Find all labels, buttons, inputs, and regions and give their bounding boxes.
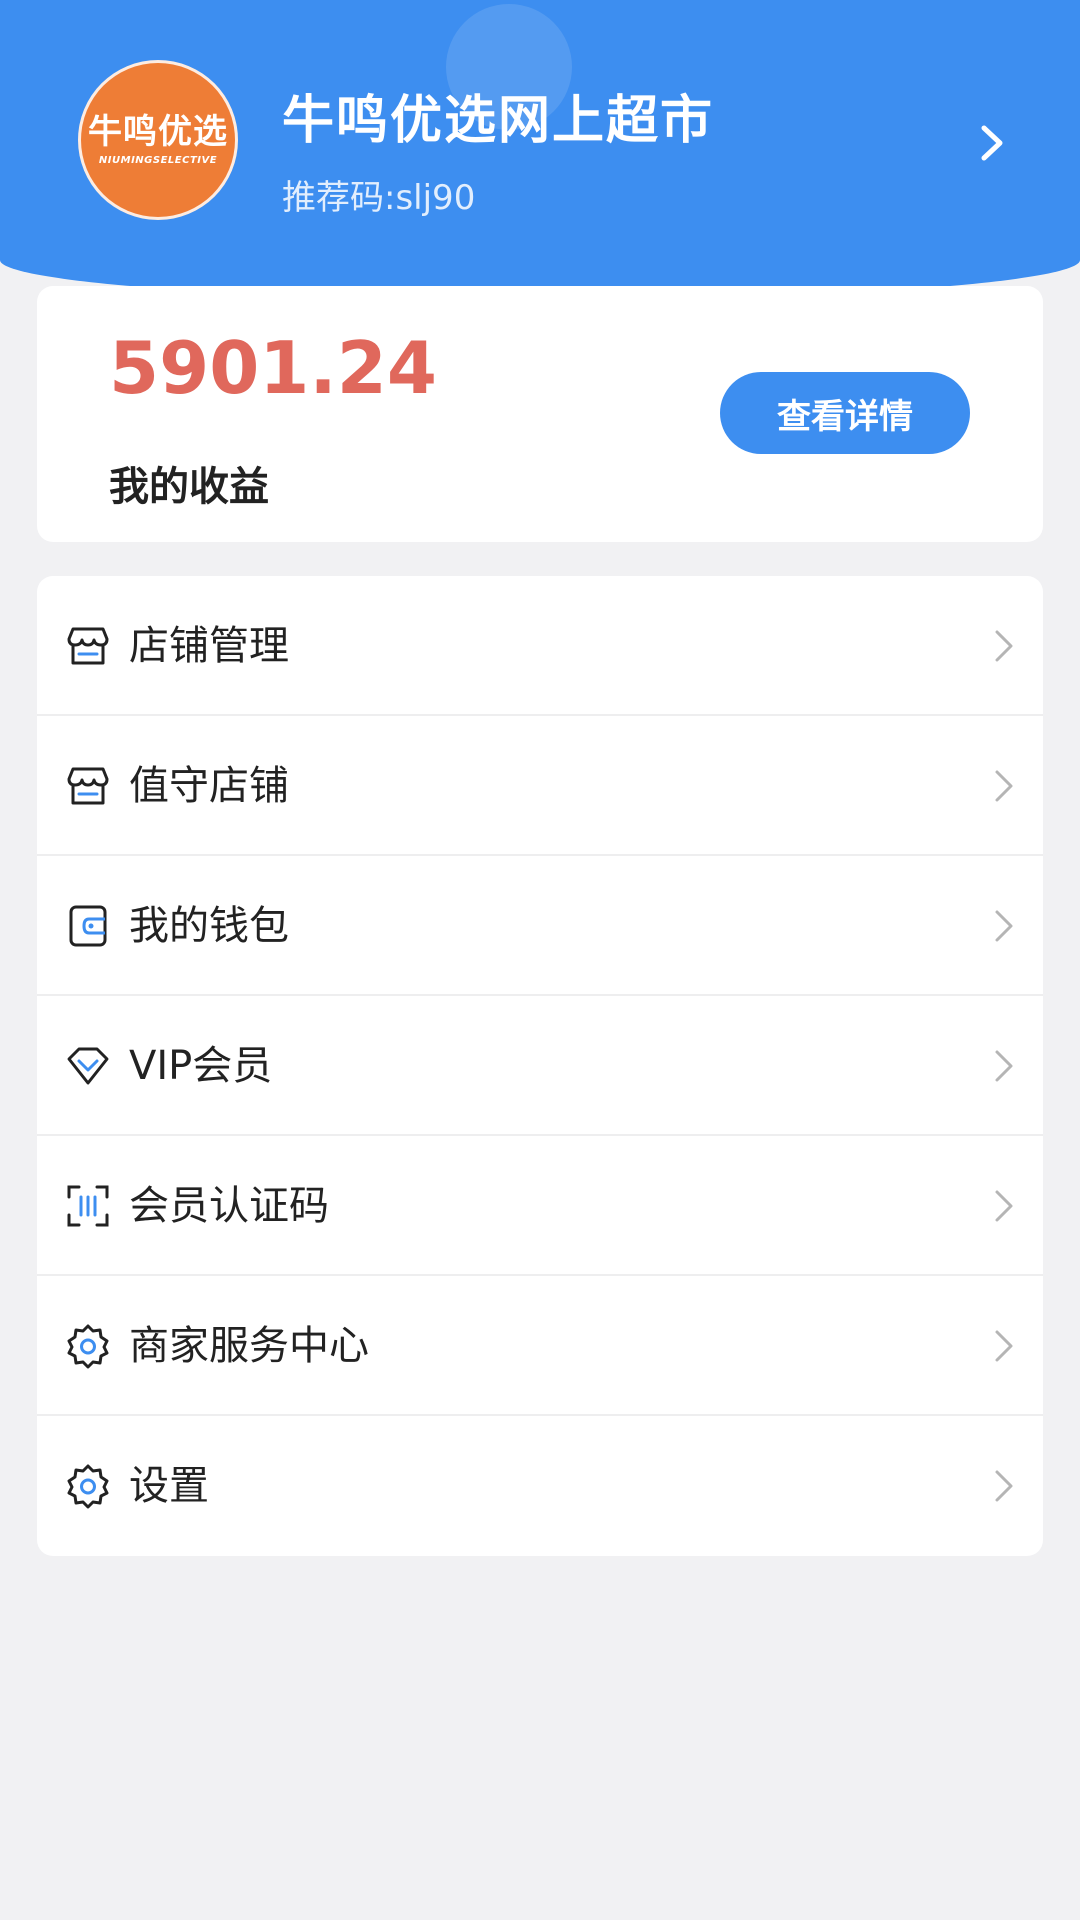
menu-item-label: 会员认证码: [129, 1183, 329, 1229]
chevron-right-icon: [995, 1330, 1013, 1362]
store-icon: [67, 627, 109, 665]
menu-item-label: 我的钱包: [129, 903, 289, 949]
menu-item-member-auth-code[interactable]: 会员认证码: [37, 1136, 1043, 1276]
scan-code-icon: [67, 1185, 109, 1227]
diamond-icon: [67, 1047, 109, 1085]
menu-item-merchant-service-center[interactable]: 商家服务中心: [37, 1276, 1043, 1416]
gear-icon: [67, 1464, 109, 1509]
view-details-button[interactable]: 查看详情: [720, 372, 970, 454]
menu-list: 店铺管理 值守店铺 我的钱包 VIP会员 会员认证码 商家服务中心 设置: [37, 576, 1043, 1556]
menu-item-label: 值守店铺: [129, 763, 289, 809]
logo-text: 牛鸣优选: [88, 111, 228, 152]
chevron-right-icon: [995, 770, 1013, 802]
chevron-right-icon: [995, 1470, 1013, 1502]
earnings-card: 5901.24 我的收益 查看详情: [37, 286, 1043, 542]
earnings-amount: 5901.24: [109, 326, 437, 410]
profile-header[interactable]: 牛鸣优选 NIUMINGSELECTIVE 牛鸣优选网上超市 推荐码:slj90: [0, 0, 1080, 300]
menu-item-label: 商家服务中心: [129, 1323, 369, 1369]
menu-item-label: 设置: [129, 1463, 209, 1509]
menu-item-label: VIP会员: [129, 1043, 273, 1089]
chevron-right-icon: [995, 1190, 1013, 1222]
store-logo: 牛鸣优选 NIUMINGSELECTIVE: [78, 60, 238, 220]
menu-item-label: 店铺管理: [129, 623, 289, 669]
chevron-right-icon: [995, 910, 1013, 942]
menu-item-vip-member[interactable]: VIP会员: [37, 996, 1043, 1136]
menu-item-my-wallet[interactable]: 我的钱包: [37, 856, 1043, 996]
gear-icon: [67, 1324, 109, 1369]
chevron-right-icon: [995, 1050, 1013, 1082]
chevron-right-icon[interactable]: [972, 118, 1012, 168]
store-name: 牛鸣优选网上超市: [282, 91, 715, 151]
menu-item-store-management[interactable]: 店铺管理: [37, 576, 1043, 716]
menu-item-on-duty-store[interactable]: 值守店铺: [37, 716, 1043, 856]
wallet-icon: [69, 905, 107, 947]
menu-item-settings[interactable]: 设置: [37, 1416, 1043, 1556]
chevron-right-icon: [995, 630, 1013, 662]
store-icon: [67, 767, 109, 805]
earnings-label: 我的收益: [109, 464, 269, 510]
logo-subtext: NIUMINGSELECTIVE: [98, 155, 218, 167]
referral-code: 推荐码:slj90: [282, 178, 476, 218]
